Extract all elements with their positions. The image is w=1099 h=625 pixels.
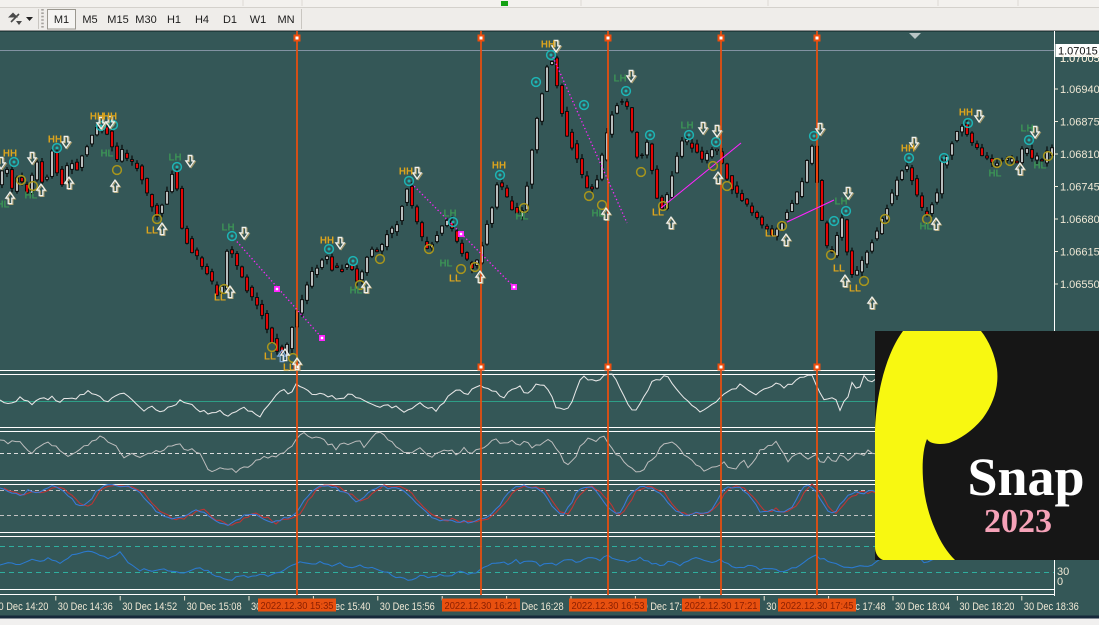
svg-text:LL: LL — [146, 226, 158, 237]
svg-text:W1: W1 — [250, 14, 267, 26]
svg-text:Snap: Snap — [967, 447, 1084, 507]
svg-text:30 Dec 15:08: 30 Dec 15:08 — [187, 601, 242, 613]
svg-text:2023: 2023 — [984, 503, 1052, 540]
svg-text:30 Dec 14:20: 30 Dec 14:20 — [0, 601, 48, 613]
svg-text:LH: LH — [221, 223, 234, 234]
svg-text:LL: LL — [652, 208, 664, 219]
svg-text:30 Dec 14:36: 30 Dec 14:36 — [58, 601, 113, 613]
svg-text:HL: HL — [439, 259, 452, 270]
svg-text:1.06810: 1.06810 — [1060, 149, 1099, 161]
svg-text:HL: HL — [349, 286, 362, 297]
svg-text:HL: HL — [988, 169, 1001, 180]
svg-text:LL: LL — [765, 229, 777, 240]
svg-text:HH: HH — [901, 144, 915, 155]
svg-text:1.06680: 1.06680 — [1060, 214, 1099, 226]
svg-text:M1: M1 — [54, 14, 69, 26]
svg-text:2022.12.30 15:35: 2022.12.30 15:35 — [261, 601, 334, 612]
svg-text:HH: HH — [541, 40, 555, 51]
svg-text:LH: LH — [834, 197, 847, 208]
svg-text:LL: LL — [449, 274, 461, 285]
svg-text:HL: HL — [0, 200, 10, 211]
svg-text:30 Dec 18:36: 30 Dec 18:36 — [1024, 601, 1079, 613]
svg-text:1.07005: 1.07005 — [1060, 53, 1099, 65]
svg-text:HL: HL — [1033, 161, 1046, 172]
svg-text:LH: LH — [1020, 124, 1033, 135]
svg-text:30 Dec 14:52: 30 Dec 14:52 — [122, 601, 177, 613]
svg-text:2022.12.30 16:53: 2022.12.30 16:53 — [572, 601, 645, 612]
svg-text:LH: LH — [680, 121, 693, 132]
svg-text:HL: HL — [591, 209, 604, 220]
svg-text:LL: LL — [214, 293, 226, 304]
svg-text:30 Dec 15:56: 30 Dec 15:56 — [380, 601, 435, 613]
svg-text:HH: HH — [48, 135, 62, 146]
svg-text:30 Dec 18:04: 30 Dec 18:04 — [895, 601, 950, 613]
svg-text:LH: LH — [613, 74, 626, 85]
svg-text:LH: LH — [443, 209, 456, 220]
svg-text:2022.12.30 17:45: 2022.12.30 17:45 — [781, 601, 854, 612]
svg-text:LL: LL — [833, 264, 845, 275]
svg-text:2022.12.30 17:21: 2022.12.30 17:21 — [685, 601, 758, 612]
svg-text:HL: HL — [515, 212, 528, 223]
svg-text:LL: LL — [283, 363, 295, 374]
svg-text:1.06875: 1.06875 — [1060, 117, 1099, 129]
svg-text:LL: LL — [849, 284, 861, 295]
svg-text:M5: M5 — [82, 14, 97, 26]
svg-text:1.06940: 1.06940 — [1060, 84, 1099, 96]
svg-text:1.06745: 1.06745 — [1060, 182, 1099, 194]
svg-text:M15: M15 — [107, 14, 128, 26]
svg-text:HH: HH — [492, 161, 506, 172]
svg-text:HH: HH — [959, 108, 973, 119]
svg-text:D1: D1 — [223, 14, 237, 26]
svg-text:2022.12.30 16:21: 2022.12.30 16:21 — [445, 601, 518, 612]
svg-text:HH: HH — [103, 112, 117, 123]
svg-text:M30: M30 — [135, 14, 156, 26]
svg-text:0: 0 — [1057, 576, 1063, 588]
svg-text:HH: HH — [3, 149, 17, 160]
svg-text:1.06615: 1.06615 — [1060, 247, 1099, 259]
svg-text:HL: HL — [100, 149, 113, 160]
svg-text:H1: H1 — [167, 14, 181, 26]
svg-text:HL: HL — [919, 222, 932, 233]
svg-text:30 Dec 18:20: 30 Dec 18:20 — [959, 601, 1014, 613]
svg-text:LL: LL — [264, 352, 276, 363]
svg-text:HL: HL — [24, 191, 37, 202]
svg-text:1.06550: 1.06550 — [1060, 279, 1099, 291]
svg-text:H4: H4 — [195, 14, 209, 26]
svg-text:LH: LH — [168, 153, 181, 164]
svg-text:HH: HH — [399, 167, 413, 178]
svg-text:HH: HH — [320, 236, 334, 247]
svg-text:MN: MN — [277, 14, 294, 26]
